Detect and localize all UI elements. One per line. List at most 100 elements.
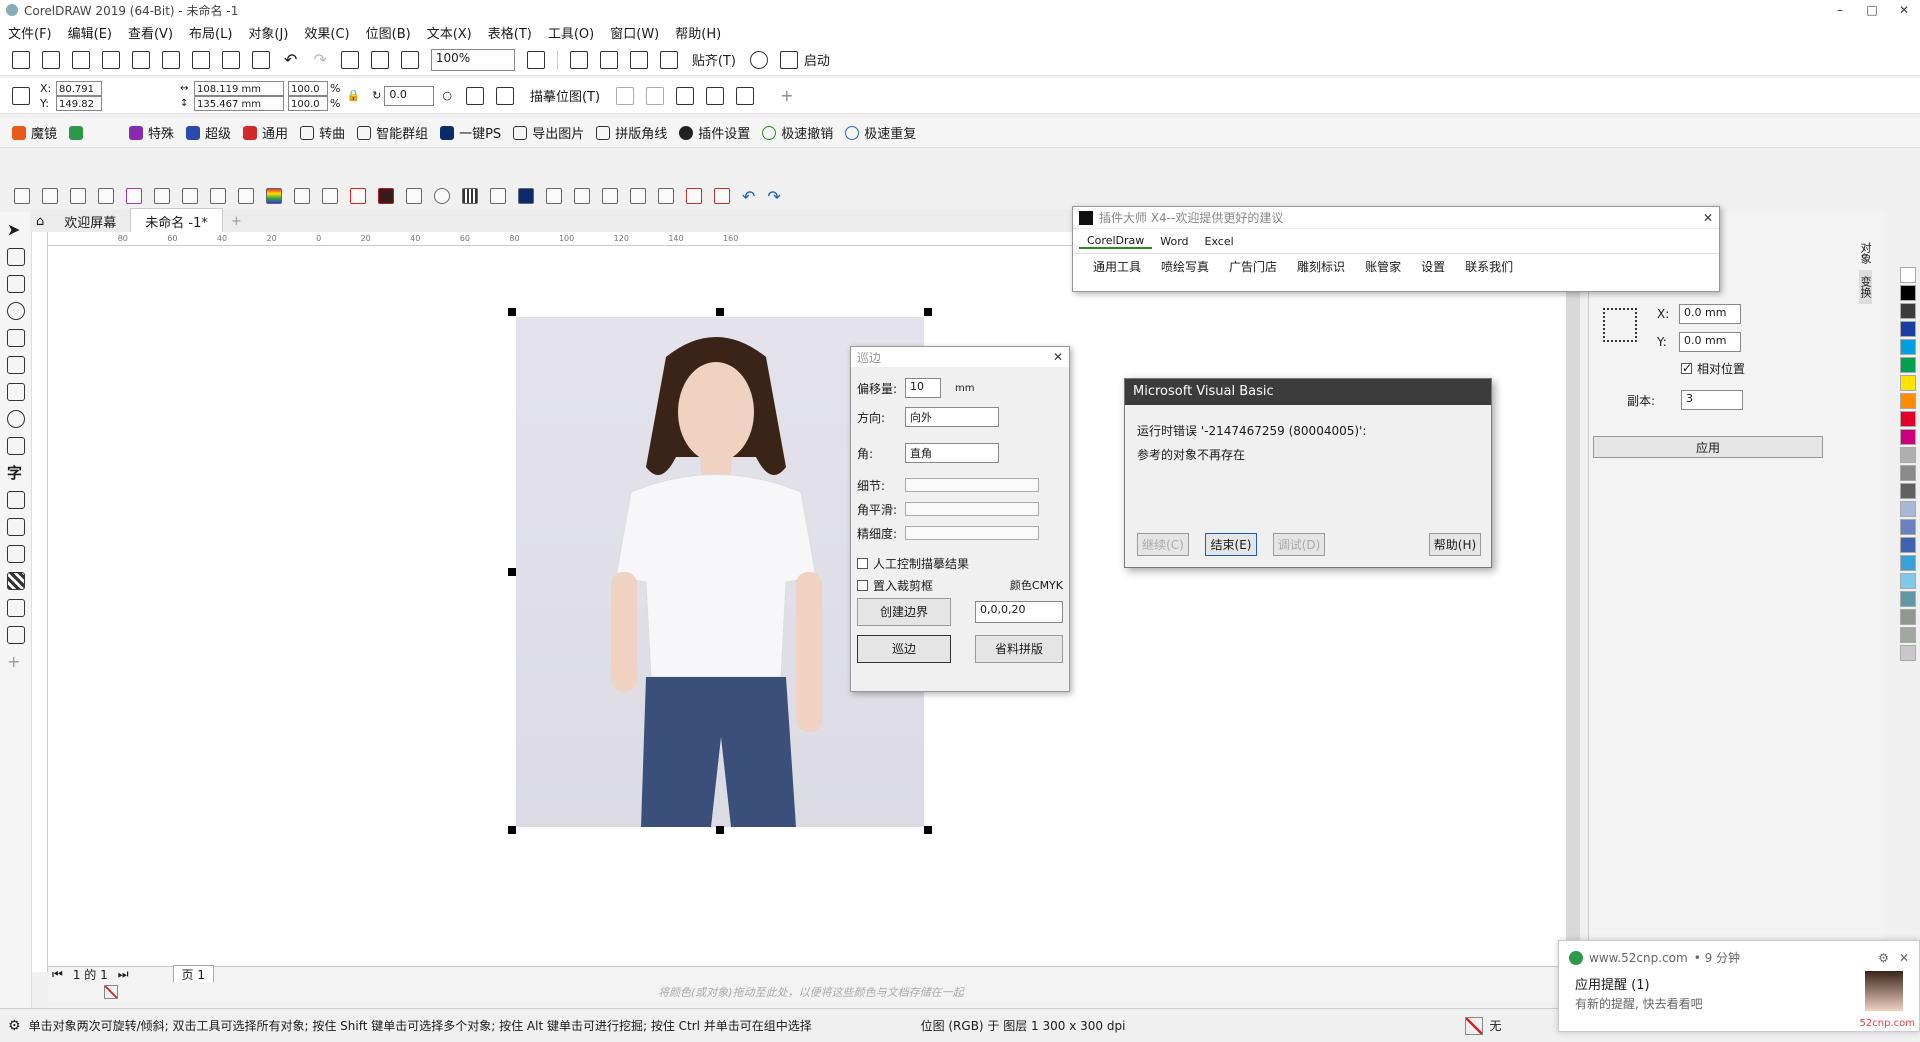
import-icon[interactable] (340, 50, 359, 69)
rotation-input[interactable]: 0.0 (384, 85, 435, 106)
plugin-chaoji[interactable]: 超级 (180, 123, 237, 142)
plugin-close-icon[interactable]: ✕ (1703, 211, 1713, 225)
palette-swatch[interactable] (1900, 339, 1916, 355)
transparency-icon[interactable] (7, 572, 25, 590)
menu-inkjet[interactable]: 喷绘写真 (1151, 258, 1219, 275)
close-button[interactable]: ✕ (1888, 3, 1920, 17)
tab-transform[interactable]: 变换 (1859, 270, 1872, 304)
smooth-slider[interactable] (905, 502, 1039, 516)
palette-swatch[interactable] (1900, 429, 1916, 445)
palette-swatch[interactable] (1900, 393, 1916, 409)
palette-swatch[interactable] (1900, 411, 1916, 427)
box-icon[interactable] (210, 188, 226, 204)
plugin-fast-undo[interactable]: 极速撤销 (756, 123, 839, 142)
dialog-close-icon[interactable]: ✕ (1053, 350, 1063, 364)
tab-document[interactable]: 未命名 -1* (130, 208, 223, 234)
menu-tools[interactable]: 工具(O) (540, 23, 602, 42)
palette-swatch[interactable] (1900, 573, 1916, 589)
width-input[interactable]: 108.119 mm (194, 80, 284, 96)
color-bars-icon[interactable] (266, 188, 282, 204)
text-tool-icon[interactable]: 字 (7, 464, 25, 482)
selection-handle[interactable] (508, 308, 516, 316)
zoom-tool-icon[interactable] (7, 302, 25, 320)
menu-effects[interactable]: 效果(C) (296, 23, 357, 42)
plugin-teshu[interactable]: 特殊 (123, 123, 180, 142)
apply-button[interactable]: 应用 (1593, 436, 1823, 458)
menu-edit[interactable]: 编辑(E) (60, 23, 120, 42)
selection-handle[interactable] (508, 826, 516, 834)
edit-bitmap-icon[interactable] (646, 86, 665, 105)
end-button[interactable]: 结束(E) (1205, 533, 1257, 556)
add-icon[interactable]: + (780, 86, 793, 105)
app-launcher-icon[interactable] (779, 50, 798, 69)
plugin-crop-marks[interactable]: 拼版角线 (590, 123, 673, 142)
object-origin-icon[interactable] (12, 86, 30, 105)
cloud-download-icon[interactable] (102, 50, 120, 69)
table-icon[interactable] (98, 188, 114, 204)
palette-swatch[interactable] (1900, 303, 1916, 319)
fill-tool-icon[interactable] (7, 626, 25, 644)
menu-layout[interactable]: 布局(L) (181, 23, 240, 42)
crosshair-icon[interactable] (182, 188, 198, 204)
notify-close-icon[interactable]: ✕ (1899, 951, 1909, 965)
palette-swatch[interactable] (1900, 285, 1916, 301)
pick-tool-icon[interactable]: ➤ (7, 221, 25, 239)
shape-tool-icon[interactable] (7, 248, 25, 266)
page-nav-last-icon[interactable]: ⏭ (118, 967, 129, 982)
grid-icon[interactable] (599, 50, 618, 69)
resize-icon[interactable] (658, 188, 674, 204)
tab-coreldraw[interactable]: CorelDraw (1079, 234, 1153, 249)
polygon-tool-icon[interactable] (7, 437, 25, 455)
export-icon[interactable] (370, 50, 389, 69)
plugin-one-click-ps[interactable]: 一键PS (434, 123, 507, 142)
ctp-icon[interactable] (238, 188, 254, 204)
arrows-icon[interactable] (126, 188, 142, 204)
guidelines-icon[interactable] (629, 50, 648, 69)
tab-excel[interactable]: Excel (1197, 235, 1242, 248)
connector-tool-icon[interactable] (7, 518, 25, 536)
offset-input[interactable]: 10 (905, 378, 941, 398)
maximize-button[interactable]: □ (1856, 3, 1888, 17)
palette-swatch[interactable] (1900, 555, 1916, 571)
undo-icon[interactable]: ↶ (284, 50, 297, 69)
palette-swatch[interactable] (1900, 591, 1916, 607)
manual-trace-checkbox[interactable] (857, 557, 868, 569)
minimize-button[interactable]: – (1824, 3, 1856, 17)
snap-off-icon[interactable] (659, 50, 678, 69)
arrange-icon[interactable] (602, 188, 618, 204)
mirror-horizontal-icon[interactable] (465, 86, 484, 105)
color-cmyk-select[interactable]: 0,0,0,20 (975, 601, 1063, 623)
bitmap-border-icon[interactable] (706, 86, 725, 105)
tab-objects[interactable]: 对象 (1859, 236, 1872, 270)
menu-window[interactable]: 窗口(W) (602, 23, 667, 42)
save-icon[interactable] (72, 50, 90, 69)
height-input[interactable]: 135.467 mm (194, 95, 284, 111)
wrap-text-icon[interactable] (736, 86, 755, 105)
palette-swatch[interactable] (1900, 465, 1916, 481)
plugin-settings[interactable]: 插件设置 (673, 123, 756, 142)
open-icon[interactable] (42, 50, 60, 69)
drop-shadow-icon[interactable] (7, 545, 25, 563)
pen-icon[interactable] (154, 188, 170, 204)
unlock-icon[interactable] (574, 188, 590, 204)
plugin-smart-group[interactable]: 智能群组 (351, 123, 434, 142)
dark-rect-icon[interactable] (378, 188, 394, 204)
resample-icon[interactable] (676, 86, 695, 105)
lock-icon[interactable] (546, 188, 562, 204)
redo-blue-icon[interactable]: ↷ (767, 187, 780, 206)
eyedropper-icon[interactable] (7, 599, 25, 617)
scale-width-input[interactable]: 100.0 (288, 80, 328, 96)
palette-swatch[interactable] (1900, 645, 1916, 661)
notification-toast[interactable]: www.52cnp.com • 9 分钟 ⚙ ✕ 应用提醒 (1) 有新的提醒,… (1558, 940, 1920, 1032)
create-boundary-button[interactable]: 创建边界 (857, 598, 951, 626)
menu-view[interactable]: 查看(V) (120, 23, 181, 42)
cloud-upload-icon[interactable] (132, 50, 150, 69)
corner-select[interactable]: 直角 (905, 443, 999, 463)
paste-icon[interactable] (252, 50, 270, 69)
menu-accounts[interactable]: 账管家 (1355, 258, 1411, 275)
palette-swatch[interactable] (1900, 627, 1916, 643)
grid-dots-icon[interactable] (70, 188, 86, 204)
selection-handle[interactable] (924, 826, 932, 834)
options-gear-icon[interactable] (749, 50, 768, 69)
macro-icon[interactable] (14, 188, 30, 204)
